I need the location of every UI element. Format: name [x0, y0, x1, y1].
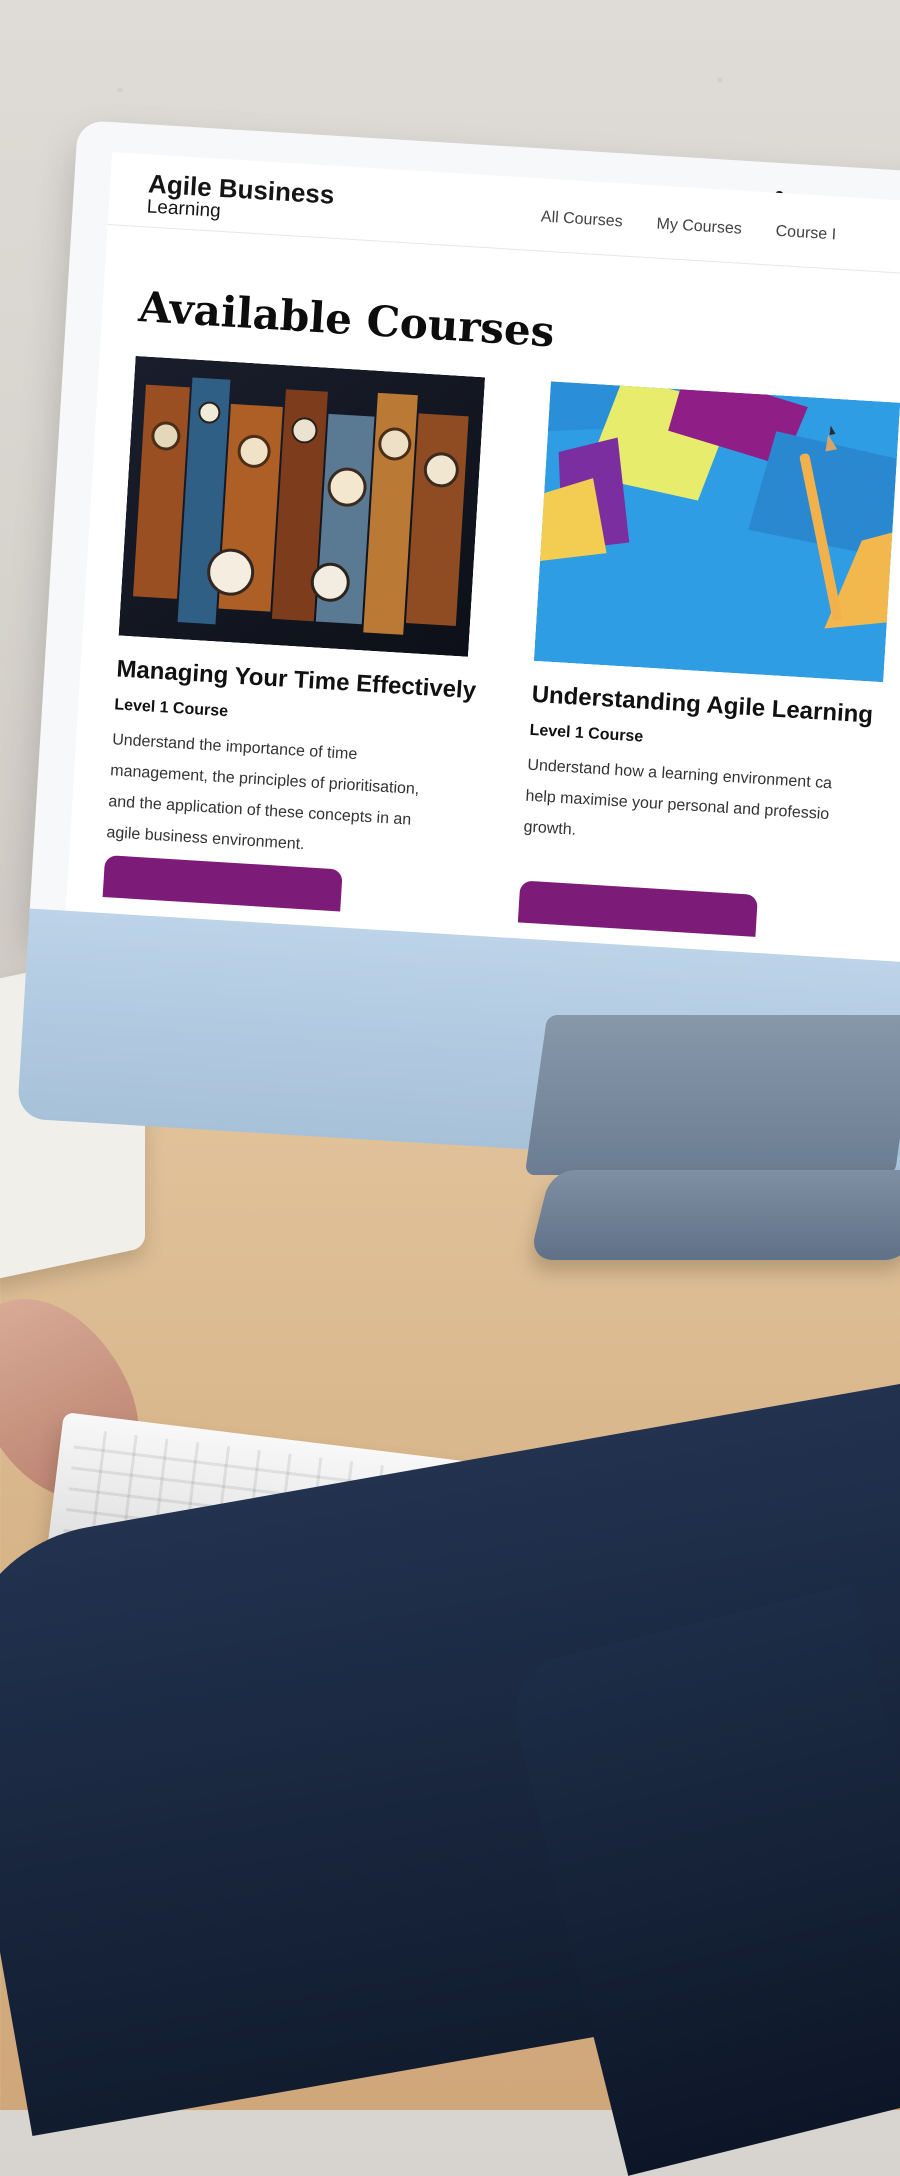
clocks-image — [118, 355, 486, 657]
monitor-stand-neck — [524, 1015, 900, 1175]
nav-course-item[interactable]: Course I — [775, 223, 836, 245]
course-level: Level 1 Course — [529, 721, 644, 746]
main-nav: All Courses My Courses Course I — [540, 208, 836, 244]
course-description: Understand the importance of time manage… — [106, 731, 420, 854]
nav-all-courses[interactable]: All Courses — [540, 208, 623, 231]
page-title: Available Courses — [137, 282, 556, 357]
course-title: Managing Your Time Effectively — [115, 655, 477, 705]
course-card-time-management[interactable]: Managing Your Time Effectively Level 1 C… — [102, 355, 486, 912]
nav-my-courses[interactable]: My Courses — [656, 216, 742, 239]
course-card-agile-learning[interactable]: Understanding Agile Learning Level 1 Cou… — [517, 381, 900, 937]
sticky-notes-image — [533, 381, 900, 683]
course-action-button[interactable] — [517, 880, 758, 937]
screen: Agile Business Learning All Courses My C… — [65, 152, 900, 968]
course-level: Level 1 Course — [113, 696, 229, 721]
course-title: Understanding Agile Learning — [530, 680, 874, 729]
course-description: Understand how a learning environment ca… — [523, 756, 833, 839]
course-action-button[interactable] — [102, 855, 343, 912]
brand-subtitle: Learning — [146, 196, 222, 222]
monitor-stand-base — [528, 1170, 900, 1260]
